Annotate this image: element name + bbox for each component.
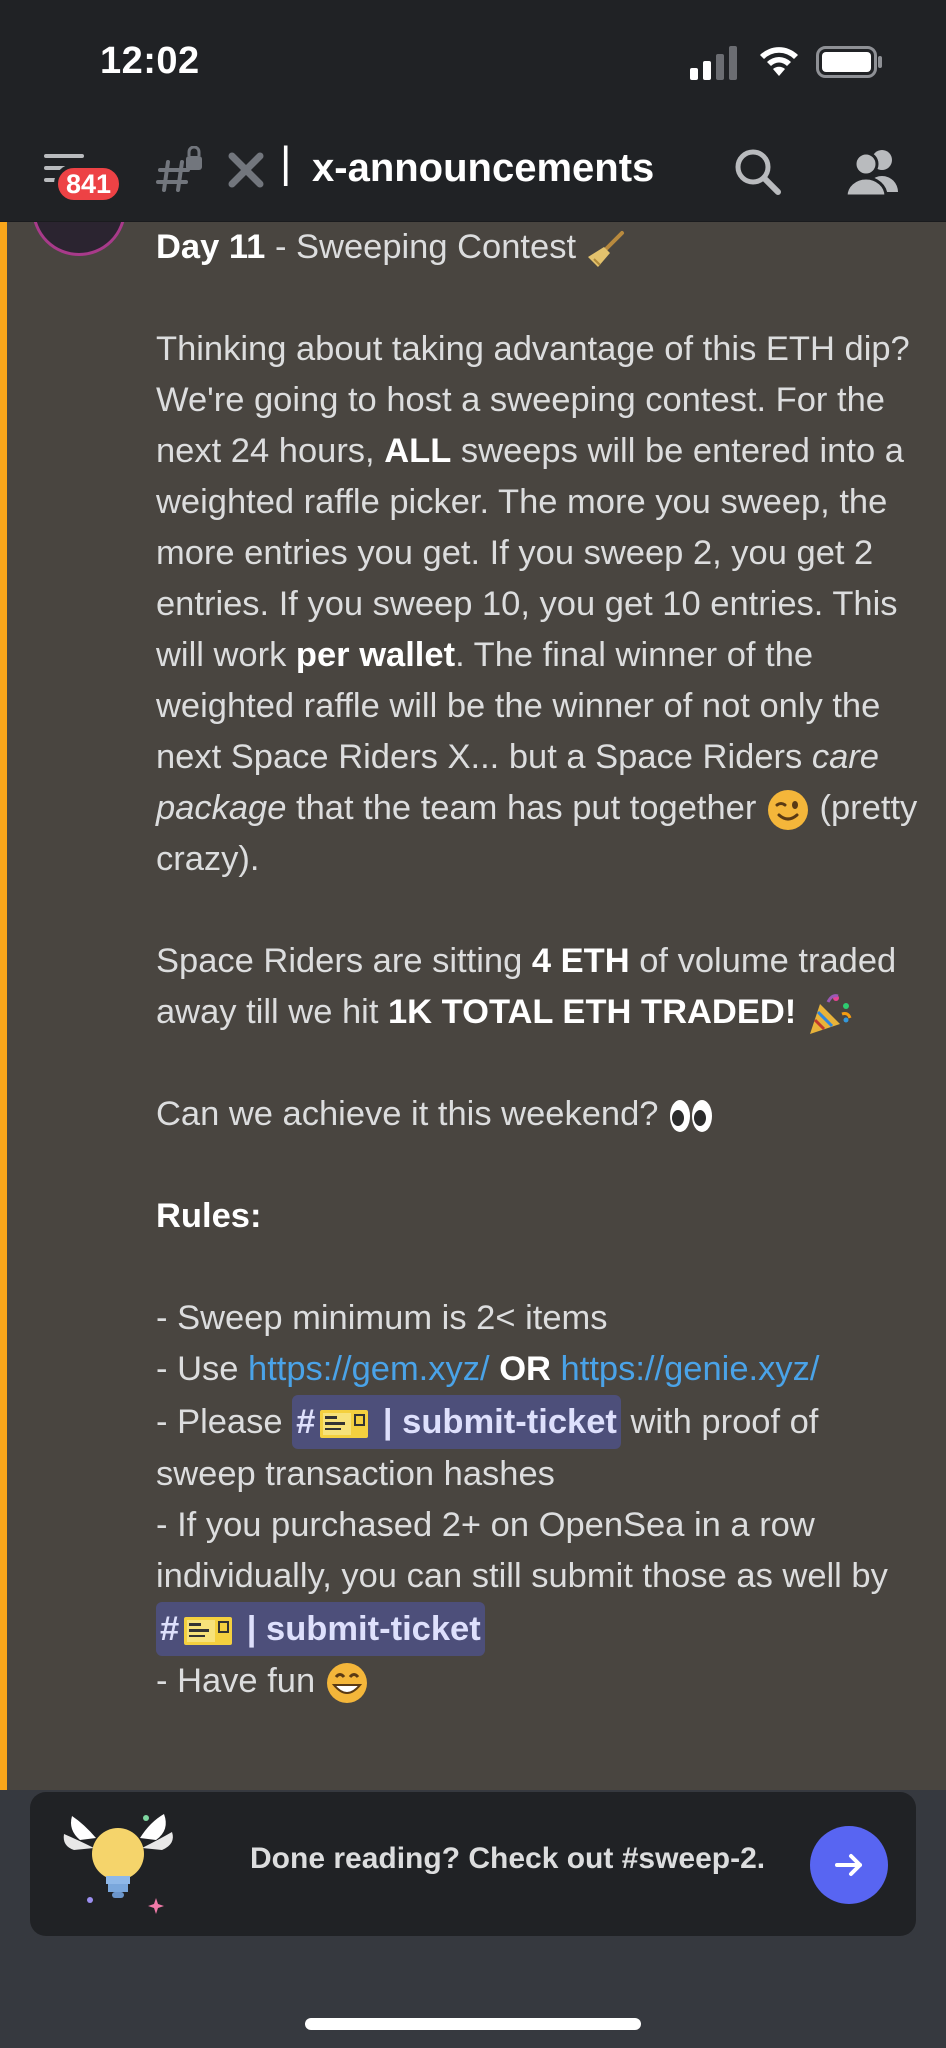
winged-lightbulb-icon: [63, 1814, 173, 1914]
rules-heading: Rules:: [156, 1197, 262, 1235]
unread-badge: 841: [54, 164, 124, 204]
done-reading-banner[interactable]: Done reading? Check out #sweep-2.: [30, 1792, 916, 1936]
search-icon[interactable]: [730, 144, 786, 200]
eyes-emoji-icon: [670, 1099, 713, 1132]
rule-2: - Use https://gem.xyz/ OR https://genie.…: [156, 1350, 820, 1388]
paragraph-contest: Thinking about taking advantage of this …: [156, 330, 918, 878]
message-content: Day 11 - Sweeping Contest Thinking about…: [156, 222, 926, 1707]
rule-3: - Please # | submit-ticket with proof of…: [156, 1395, 926, 1500]
message-area[interactable]: Day 11 - Sweeping Contest Thinking about…: [0, 222, 946, 1790]
arrow-right-icon: [835, 1854, 862, 1876]
wink-emoji-icon: [767, 789, 808, 830]
rule-4: - If you purchased 2+ on OpenSea in a ro…: [156, 1500, 926, 1656]
rule-1: - Sweep minimum is 2< items: [156, 1299, 608, 1337]
mention-highlight-bar: [0, 222, 7, 1790]
locked-hash-icon: [156, 146, 202, 192]
channel-divider: |: [280, 138, 292, 187]
ticket-emoji-icon: [184, 1616, 233, 1645]
status-bar: 12:02: [0, 0, 946, 122]
channel-header: 841 | x-announcements: [0, 122, 946, 222]
party-popper-emoji-icon: [809, 994, 852, 1034]
channel-mention-submit-ticket[interactable]: # | submit-ticket: [156, 1602, 485, 1656]
channel-mention-submit-ticket[interactable]: # | submit-ticket: [292, 1395, 621, 1449]
broom-emoji-icon: [587, 230, 624, 267]
cellular-signal-icon: [690, 46, 737, 80]
channel-name[interactable]: x-announcements: [312, 146, 654, 191]
status-time: 12:02: [100, 40, 200, 82]
home-indicator[interactable]: [305, 2018, 641, 2030]
x-icon: [228, 152, 264, 188]
paragraph-question: Can we achieve it this weekend?: [156, 1089, 926, 1140]
message-title: Day 11 - Sweeping Contest: [156, 222, 926, 273]
members-icon[interactable]: [842, 144, 902, 200]
bottom-area: [0, 1936, 946, 2048]
banner-text: Done reading? Check out #sweep-2.: [250, 1842, 766, 1875]
wifi-icon: [760, 47, 798, 76]
paragraph-volume: Space Riders are sitting 4 ETH of volume…: [156, 936, 926, 1038]
link-genie[interactable]: https://genie.xyz/: [561, 1350, 820, 1388]
grin-emoji-icon: [326, 1662, 367, 1703]
next-channel-button[interactable]: [810, 1826, 888, 1904]
battery-icon: [816, 46, 882, 78]
rule-5: - Have fun: [156, 1656, 926, 1707]
ticket-emoji-icon: [320, 1409, 369, 1438]
link-gem[interactable]: https://gem.xyz/: [248, 1350, 490, 1388]
avatar[interactable]: [32, 222, 126, 256]
